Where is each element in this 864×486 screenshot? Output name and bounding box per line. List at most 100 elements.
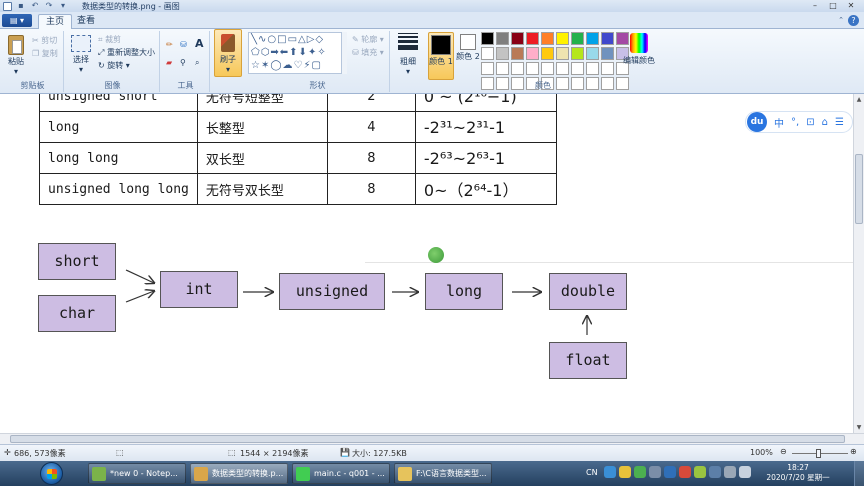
node-double: double [549,273,627,310]
scroll-up-icon[interactable]: ▲ [855,96,863,103]
brushes-button[interactable]: 刷子 ▾ [214,29,242,77]
fill-bucket-icon[interactable]: ⛁ [180,39,187,50]
selection-icon [71,35,91,52]
brushes-label: 刷子 [220,55,236,64]
quick-access-dropdown-icon[interactable]: ▾ [58,1,68,11]
fill-label: 填充 [361,48,378,57]
horizontal-scroll-thumb[interactable] [10,435,845,443]
tray-battery-icon[interactable] [649,466,661,478]
magnifier-icon[interactable]: ⌕ [195,57,199,68]
drawing-canvas[interactable]: unsigned short 无符号短整型 2 0 ~ (2¹⁶−1) long 长整型 4… [0,94,853,433]
paste-button[interactable]: 粘贴 ▾ [4,35,28,77]
show-desktop-button[interactable] [854,461,864,486]
tray-network-icon[interactable] [604,466,616,478]
minimize-button[interactable]: – [806,0,824,11]
cursor-highlight-dot [428,247,444,263]
ime-punctuation[interactable]: °, [791,117,799,128]
taskbar-item[interactable]: 数据类型的转换.p... [190,463,288,484]
vertical-scroll-thumb[interactable] [855,154,863,224]
rotate-button[interactable]: ↻ 旋转 ▾ [98,60,130,71]
undo-icon[interactable]: ↶ [30,1,40,11]
tools-group: ✏ ⛁ A ▰ ⚲ ⌕ 工具 [162,31,210,92]
file-size-icon: 💾 [340,448,350,457]
baidu-ime-toolbar[interactable]: du 中 °, ⊡ ⌂ ☰ [745,111,853,133]
taskbar-item[interactable]: *new 0 - Notep... [88,463,186,484]
ime-chinese-mode[interactable]: 中 [774,115,784,130]
redo-icon[interactable]: ↷ [44,1,54,11]
baidu-ime-logo[interactable]: du [747,112,767,132]
cut-label: 剪切 [41,36,58,45]
zoom-in-button[interactable]: ⊕ [850,447,857,456]
eraser-icon[interactable]: ▰ [166,57,172,68]
resize-label: 重新调整大小 [106,48,155,57]
crop-button[interactable]: ⌗ 裁剪 [98,34,121,45]
node-int: int [160,271,238,308]
taskbar-app-icon [296,466,310,481]
start-button[interactable] [40,462,63,485]
ribbon: 粘贴 ▾ ✂ 剪切 ❐ 复制 剪贴板 选择 ▾ ⌗ 裁剪 ⤢ 重新调整大小 ↻ 旋转… [0,29,864,94]
resize-button[interactable]: ⤢ 重新调整大小 [98,47,155,58]
size-button[interactable]: 粗细 ▾ [394,33,422,77]
shapes-gallery[interactable]: ╲∿○□▭△▷◇ ⬠⬡➡⬅⬆⬇✦✧ ☆✶◯☁♡⚡▢ [248,32,346,74]
taskbar-item-label: 数据类型的转换.p... [212,469,284,478]
help-icon[interactable]: ? [848,15,859,26]
cut-button[interactable]: ✂ 剪切 [32,35,57,46]
windows-taskbar: *new 0 - Notep... 数据类型的转换.p... main.c - q0… [0,461,864,486]
node-long: long [425,273,503,310]
select-button[interactable]: 选择 ▾ [68,35,94,75]
tray-volume-icon[interactable] [739,466,751,478]
tray-app-icon[interactable] [694,466,706,478]
maximize-button[interactable]: □ [824,0,842,11]
colors-group: 颜色 [426,31,660,92]
input-language-indicator[interactable]: CN [586,467,598,478]
tray-qq-icon[interactable] [619,466,631,478]
title-bar: ▪ ↶ ↷ ▾ 数据类型的转换.png - 画图 – □ ✕ [0,0,864,12]
file-size: 大小: 127.5KB [352,449,407,458]
clock-date: 2020/7/20 星期一 [766,473,830,482]
file-menu-button[interactable]: ▤ ▾ [2,14,32,27]
tab-view[interactable]: 查看 [70,14,102,29]
shapes-gallery-scroll[interactable] [341,32,347,74]
clipboard-group: 粘贴 ▾ ✂ 剪切 ❐ 复制 剪贴板 [2,31,64,92]
image-dimensions: 1544 × 2194像素 [240,449,309,458]
tray-display-icon[interactable] [724,466,736,478]
node-char: char [38,295,116,332]
taskbar-item-label: main.c - q001 - ... [314,469,385,478]
tray-wechat-icon[interactable] [634,466,646,478]
copy-button[interactable]: ❐ 复制 [32,48,58,59]
horizontal-scrollbar[interactable] [0,433,864,444]
window-title: 数据类型的转换.png - 画图 [82,1,180,11]
paint-app-icon[interactable] [3,1,12,11]
ime-menu-icon[interactable]: ☰ [835,117,844,128]
ime-skin-icon[interactable]: ⌂ [822,117,828,128]
tray-security-icon[interactable] [679,466,691,478]
outline-button[interactable]: ✎ 轮廓 ▾ [352,34,384,45]
cursor-position: 686, 573像素 [14,449,66,458]
tray-flag-icon[interactable] [709,466,721,478]
ime-toolbox-icon[interactable]: ⊡ [806,117,814,128]
tray-bluetooth-icon[interactable] [664,466,676,478]
conversion-arrows [125,269,853,335]
close-button[interactable]: ✕ [842,0,860,11]
tools-group-label: 工具 [177,81,194,90]
tab-home[interactable]: 主页 [38,14,73,29]
shapes-group-label: 形状 [309,81,326,90]
taskbar-clock[interactable]: 18:27 2020/7/20 星期一 [766,463,830,483]
ribbon-collapse-icon[interactable]: ⌃ [838,16,844,24]
text-tool-icon[interactable]: A [195,38,204,49]
pencil-icon[interactable]: ✏ [166,39,173,50]
zoom-slider-thumb[interactable] [816,449,821,458]
zoom-out-button[interactable]: ⊖ [780,447,787,456]
fill-button[interactable]: ⛁ 填充 ▾ [352,47,384,58]
vertical-scrollbar[interactable]: ▲ ▼ [853,94,864,433]
scroll-down-icon[interactable]: ▼ [855,424,863,431]
save-icon[interactable]: ▪ [16,1,26,11]
select-label: 选择 [73,55,89,64]
taskbar-item[interactable]: main.c - q001 - ... [292,463,390,484]
taskbar-item[interactable]: F:\C语言数据类型... [394,463,492,484]
color-picker-icon[interactable]: ⚲ [180,57,186,68]
system-tray [604,466,754,478]
image-size-icon: ⬚ [228,448,236,457]
taskbar-item-label: F:\C语言数据类型... [416,469,487,478]
clipboard-group-label: 剪贴板 [20,81,45,90]
